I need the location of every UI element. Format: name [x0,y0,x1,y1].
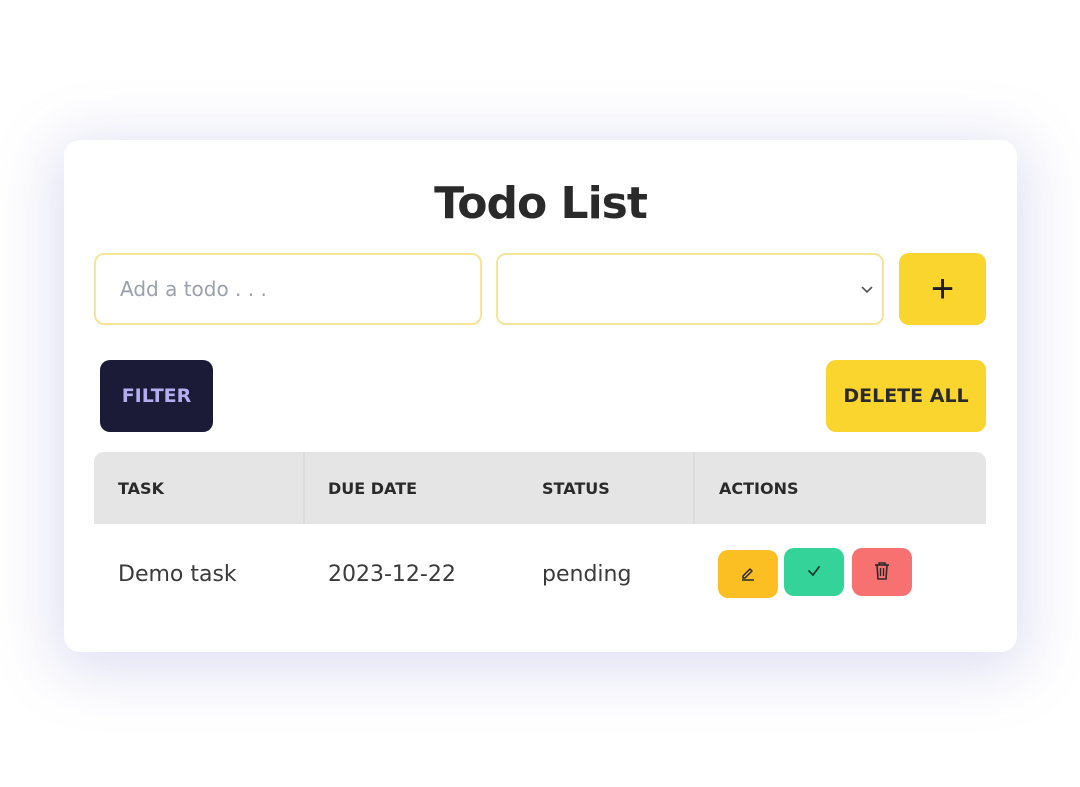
column-header-task: TASK [118,478,164,498]
pencil-icon [739,564,757,585]
column-header-actions: ACTIONS [719,478,799,498]
trash-icon [873,561,891,584]
table-row: Demo task 2023-12-22 pending [94,524,986,624]
delete-button[interactable] [852,548,912,596]
chevron-down-icon [860,279,874,298]
complete-button[interactable] [784,548,844,596]
edit-button[interactable] [718,550,778,598]
check-icon [805,562,823,583]
status-cell: pending [542,561,632,587]
add-todo-button[interactable]: + [899,253,986,325]
column-divider [693,452,695,524]
filter-button[interactable]: FILTER [100,360,213,432]
plus-icon: + [930,266,955,311]
column-divider [303,452,305,524]
todo-input[interactable] [94,253,482,325]
delete-all-button[interactable]: DELETE ALL [826,360,986,432]
due-date-cell: 2023-12-22 [328,561,456,587]
column-header-status: STATUS [542,478,610,498]
task-cell: Demo task [118,561,237,587]
todo-card: Todo List + FILTER DELETE ALL TASK DUE D… [64,140,1017,652]
table-header: TASK DUE DATE STATUS ACTIONS [94,452,986,524]
page-title: Todo List [434,178,648,229]
date-select[interactable] [496,253,884,325]
todo-table: TASK DUE DATE STATUS ACTIONS Demo task 2… [94,452,986,624]
column-header-due-date: DUE DATE [328,478,418,498]
